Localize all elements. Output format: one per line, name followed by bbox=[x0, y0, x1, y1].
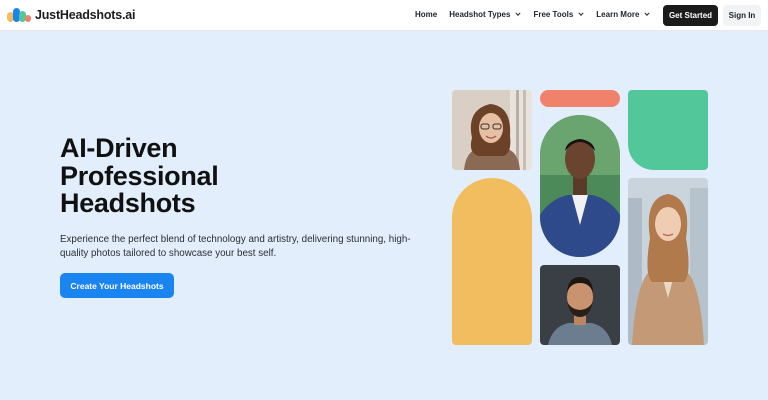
coral-pill-shape bbox=[540, 90, 620, 107]
nav-home[interactable]: Home bbox=[415, 10, 437, 19]
create-headshots-button[interactable]: Create Your Headshots bbox=[60, 273, 174, 298]
headshot-photo-woman-glasses bbox=[452, 90, 532, 170]
headshot-photo-man-beard bbox=[540, 265, 620, 345]
headshot-photo-man-suit bbox=[540, 115, 620, 257]
yellow-block-shape bbox=[452, 178, 532, 345]
green-block-shape bbox=[628, 90, 708, 170]
hero-title-line: AI-Driven bbox=[60, 133, 178, 163]
nav-label: Headshot Types bbox=[449, 10, 511, 19]
chevron-down-icon bbox=[515, 11, 522, 16]
top-navbar: JustHeadshots.ai Home Headshot Types Fre… bbox=[0, 0, 768, 31]
sign-in-button[interactable]: Sign In bbox=[723, 5, 761, 26]
brand-name: JustHeadshots.ai bbox=[35, 8, 136, 22]
chevron-down-icon bbox=[644, 11, 650, 16]
main-nav: Home Headshot Types Free Tools Learn Mor… bbox=[415, 10, 662, 19]
nav-headshot-types[interactable]: Headshot Types bbox=[449, 10, 522, 19]
nav-label: Free Tools bbox=[533, 10, 574, 19]
chevron-down-icon bbox=[578, 11, 584, 16]
headshot-photo-woman-blazer bbox=[628, 178, 708, 345]
brand-logo[interactable]: JustHeadshots.ai bbox=[7, 8, 136, 22]
hero-title-line: Headshots bbox=[60, 188, 196, 218]
nav-label: Home bbox=[415, 10, 438, 19]
get-started-button[interactable]: Get Started bbox=[663, 5, 718, 26]
nav-free-tools[interactable]: Free Tools bbox=[533, 10, 584, 19]
hero-title-line: Professional bbox=[60, 160, 219, 191]
logo-mark-icon bbox=[7, 8, 32, 22]
nav-label: Learn More bbox=[596, 10, 640, 19]
hero-title: AI-Driven Professional Headshots bbox=[60, 133, 320, 218]
nav-learn-more[interactable]: Learn More bbox=[596, 10, 650, 19]
hero-description: Experience the perfect blend of technolo… bbox=[60, 234, 411, 259]
